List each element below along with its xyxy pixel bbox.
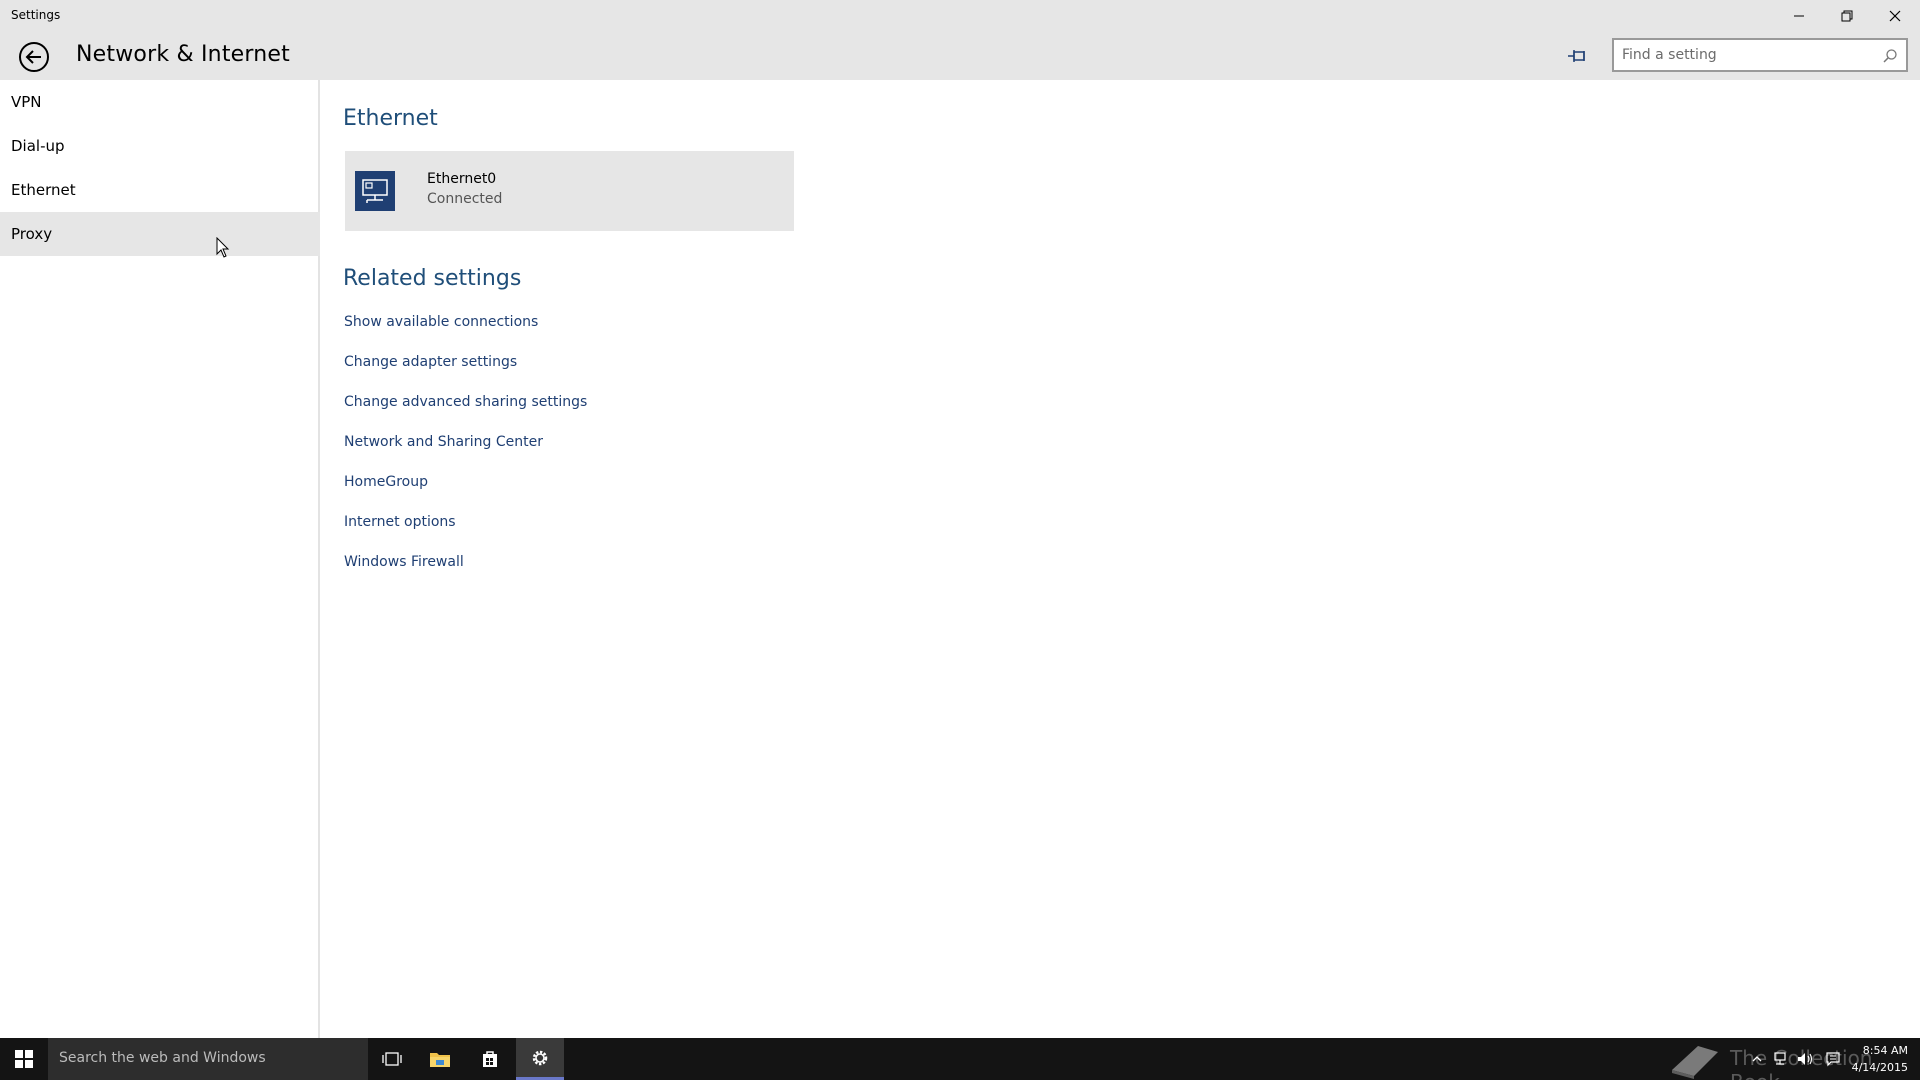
chevron-up-icon [1752,1056,1762,1062]
volume-tray-button[interactable] [1796,1050,1814,1068]
restore-icon [1841,10,1853,22]
pin-to-start-button[interactable] [1566,44,1590,68]
gear-icon [532,1050,548,1065]
message-icon [1826,1052,1840,1067]
action-center-button[interactable] [1824,1050,1842,1068]
speaker-icon [1798,1053,1813,1065]
ethernet-adapter-icon [355,171,395,211]
store-button[interactable] [466,1038,514,1080]
task-view-button[interactable] [368,1038,416,1080]
book-watermark-icon [1672,1046,1718,1079]
file-explorer-button[interactable] [416,1038,464,1080]
mouse-cursor-icon [216,237,230,258]
network-tray-button[interactable] [1772,1050,1790,1068]
pin-icon [1568,50,1585,62]
taskbar-search-box[interactable]: Search the web and Windows [48,1038,368,1080]
page-header: Network & Internet [0,32,1920,80]
show-available-connections-link[interactable]: Show available connections [344,314,538,330]
find-setting-search-box[interactable] [1612,38,1908,72]
sidebar-item-ethernet[interactable]: Ethernet [0,168,320,212]
taskbar-clock[interactable]: 8:54 AM 4/14/2015 [1848,1042,1908,1076]
close-icon [1889,10,1901,22]
find-setting-input[interactable] [1622,45,1872,65]
related-settings-title: Related settings [343,266,522,291]
window-title: Settings [11,8,61,22]
ethernet-adapter-status: Connected [427,191,503,207]
ethernet-adapter-name: Ethernet0 [427,171,497,187]
back-button[interactable] [16,39,52,75]
main-content: Ethernet Ethernet0 Connected Related set… [322,80,1920,1038]
minimize-icon [1794,15,1804,17]
sidebar-item-dial-up[interactable]: Dial-up [0,124,320,168]
change-advanced-sharing-settings-link[interactable]: Change advanced sharing settings [344,394,587,410]
sidebar-item-label: Dial-up [11,137,65,155]
sidebar-item-label: VPN [11,93,42,111]
homegroup-link[interactable]: HomeGroup [344,474,428,490]
ethernet-adapter-tile[interactable]: Ethernet0 Connected [345,151,794,231]
network-and-sharing-center-link[interactable]: Network and Sharing Center [344,434,543,450]
clock-time: 8:54 AM [1862,1044,1908,1057]
internet-options-link[interactable]: Internet options [344,514,456,530]
sidebar-item-vpn[interactable]: VPN [0,80,320,124]
task-view-icon [382,1052,402,1066]
taskbar: Search the web and Windows The Collectio… [0,1038,1920,1080]
store-bag-icon [483,1051,497,1067]
restore-button[interactable] [1824,0,1870,32]
search-icon[interactable] [1882,48,1898,64]
change-adapter-settings-link[interactable]: Change adapter settings [344,354,517,370]
show-hidden-icons-button[interactable] [1748,1050,1766,1068]
start-button[interactable] [0,1038,48,1080]
title-bar: Settings [0,0,1920,32]
windows-logo-icon [15,1050,33,1068]
network-icon [1774,1052,1786,1065]
sidebar-navigation: VPN Dial-up Ethernet Proxy [0,80,320,1038]
folder-icon [430,1053,450,1067]
back-arrow-icon [19,42,49,72]
settings-app-button[interactable] [516,1038,564,1080]
page-title: Network & Internet [76,42,290,67]
taskbar-search-placeholder: Search the web and Windows [59,1050,266,1066]
sidebar-item-label: Proxy [11,225,53,243]
clock-date: 4/14/2015 [1851,1061,1908,1074]
windows-firewall-link[interactable]: Windows Firewall [344,554,464,570]
close-button[interactable] [1872,0,1918,32]
minimize-button[interactable] [1776,0,1822,32]
ethernet-section-title: Ethernet [343,106,438,131]
sidebar-item-label: Ethernet [11,181,76,199]
sidebar-item-proxy[interactable]: Proxy [0,212,320,256]
